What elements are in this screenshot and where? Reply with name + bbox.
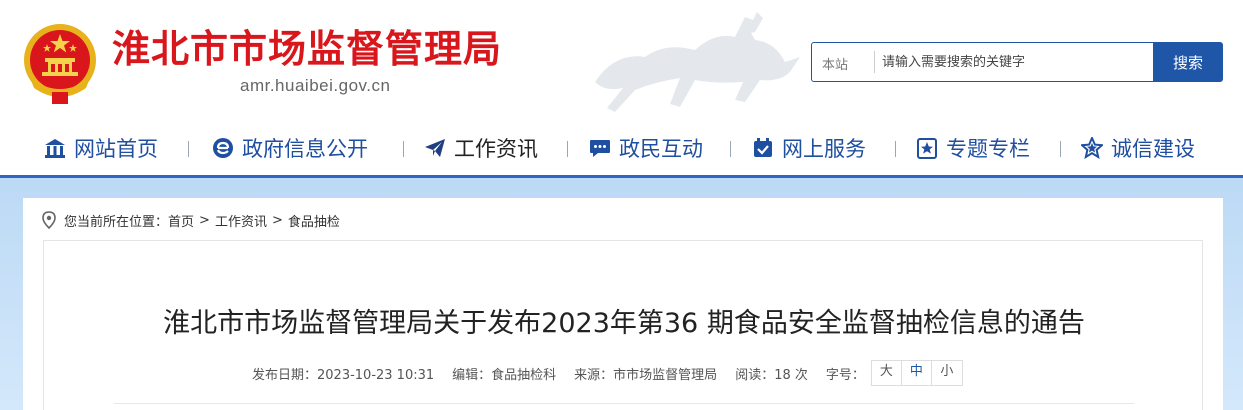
breadcrumb-prefix: 您当前所在位置： <box>64 214 169 230</box>
article-divider <box>114 403 1134 404</box>
nav-item-work-news[interactable]: 工作资讯 <box>424 132 538 164</box>
calendar-check-icon <box>754 138 772 157</box>
font-size-small-button[interactable]: 小 <box>932 361 962 385</box>
article-source: 来源：市市场监督管理局 <box>574 367 718 383</box>
search-divider <box>874 51 875 73</box>
nav-item-credit[interactable]: 诚信建设 <box>1081 132 1195 164</box>
e-gov-icon <box>213 138 233 158</box>
nav-label: 政府信息公开 <box>242 137 368 161</box>
article-editor: 编辑：食品抽检科 <box>452 367 557 383</box>
nav-label: 专题专栏 <box>946 137 1030 161</box>
nav-item-home[interactable]: 网站首页 <box>44 132 158 164</box>
national-emblem-icon[interactable] <box>20 20 100 106</box>
nav-separator <box>567 141 568 157</box>
bookmark-icon <box>917 138 937 159</box>
breadcrumb-work-news[interactable]: 工作资讯 <box>215 211 267 230</box>
nav-separator <box>188 141 189 157</box>
nav-item-special-topics[interactable]: 专题专栏 <box>916 132 1030 164</box>
breadcrumb-separator: > <box>271 212 283 228</box>
nav-label: 诚信建设 <box>1111 137 1195 161</box>
nav-separator <box>1060 141 1061 157</box>
site-header: 淮北市市场监督管理局 amr.huaibei.gov.cn 本站 搜索 <box>0 0 1243 118</box>
article-title: 淮北市市场监督管理局关于发布2023年第36 期食品安全监督抽检信息的通告 <box>163 308 1085 339</box>
site-domain: amr.huaibei.gov.cn <box>240 76 391 95</box>
article-container: 淮北市市场监督管理局关于发布2023年第36 期食品安全监督抽检信息的通告 发布… <box>43 240 1203 410</box>
chat-bubble-icon <box>590 140 610 157</box>
breadcrumb-separator: > <box>199 212 210 228</box>
breadcrumb-food-inspection[interactable]: 食品抽检 <box>288 211 340 230</box>
read-count: 阅读：18 次 <box>735 367 808 383</box>
publish-date: 发布日期：2023-10-23 10:31 <box>252 367 435 383</box>
nav-item-interaction[interactable]: 政民互动 <box>589 132 703 164</box>
nav-separator <box>895 141 896 157</box>
search-scope-selector[interactable]: 本站 <box>822 54 848 73</box>
horse-statue-watermark <box>595 12 800 112</box>
search-box: 本站 <box>811 42 1154 82</box>
font-size-medium-button[interactable]: 中 <box>902 361 932 385</box>
font-size-switcher: 大 中 小 <box>870 360 963 386</box>
nav-item-gov-info[interactable]: 政府信息公开 <box>212 132 368 164</box>
search-button[interactable]: 搜索 <box>1153 42 1223 82</box>
article-meta: 发布日期：2023-10-23 10:31 编辑：食品抽检科 来源：市市场监督管… <box>252 359 963 387</box>
font-size-large-button[interactable]: 大 <box>872 361 902 385</box>
font-size-label: 字号： <box>825 367 865 383</box>
nav-label: 网站首页 <box>74 137 158 161</box>
nav-item-online-service[interactable]: 网上服务 <box>752 132 866 164</box>
nav-label: 政民互动 <box>619 137 703 161</box>
breadcrumb: 您当前所在位置： 首页 > 工作资讯 > 食品抽检 <box>42 210 340 230</box>
location-pin-icon <box>42 211 56 229</box>
breadcrumb-home[interactable]: 首页 <box>168 211 194 230</box>
site-title[interactable]: 淮北市市场监督管理局 <box>112 18 502 73</box>
paper-plane-icon <box>425 139 445 157</box>
nav-label: 网上服务 <box>782 137 866 161</box>
search-input[interactable] <box>882 44 1147 80</box>
site-search: 本站 搜索 <box>811 42 1223 82</box>
nav-separator <box>730 141 731 157</box>
nav-label: 工作资讯 <box>454 137 538 161</box>
main-nav: 网站首页 政府信息公开 工作资讯 政民互动 网上服务 专题专栏 诚信建设 <box>0 118 1243 178</box>
home-icon <box>45 139 65 158</box>
star-icon <box>1081 137 1103 159</box>
nav-separator <box>403 141 404 157</box>
